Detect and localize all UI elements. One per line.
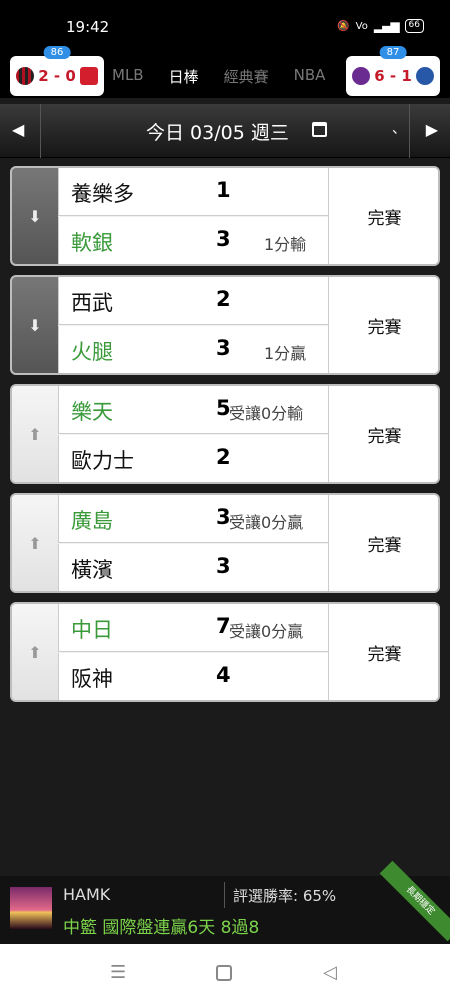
league-bar: 86 2 - 0 MLB 日棒 經典賽 NBA 87 6 - 1 <box>0 46 450 98</box>
ad-promo-text: 中籃 國際盤連贏6天 8過8 <box>63 918 260 938</box>
live-score-chip-right[interactable]: 87 6 - 1 <box>346 46 440 96</box>
status-icons: 🔕 Vo ▂▄▆ 66 <box>337 19 424 33</box>
team-row: 西武 2 <box>58 277 328 325</box>
team-score: 2 <box>216 445 231 469</box>
4g-signal-icon: ▂▄▆ <box>373 19 400 33</box>
live-score-chip-left[interactable]: 86 2 - 0 <box>10 46 104 96</box>
divider <box>40 104 41 158</box>
game-card[interactable]: ⬆ 樂天 5 受讓0分輸 歐力士 2 完賽 <box>10 384 440 484</box>
game-card[interactable]: ⬇ 養樂多 1 軟銀 3 1分輸 完賽 <box>10 166 440 266</box>
game-status: 完賽 <box>328 277 438 373</box>
game-status: 完賽 <box>328 168 438 264</box>
handicap-note: 1分贏 <box>264 344 307 363</box>
chip-badge: 86 <box>43 46 71 59</box>
team-score: 3 <box>216 227 231 251</box>
team-name: 歐力士 <box>71 449 134 473</box>
team-row: 軟銀 3 1分輸 <box>58 217 328 264</box>
team-score: 2 <box>216 287 231 311</box>
divider <box>224 882 225 908</box>
calendar-icon[interactable] <box>312 122 327 137</box>
divider <box>409 104 410 158</box>
team-row: 橫濱 3 <box>58 544 328 591</box>
team-name: 阪神 <box>71 667 113 691</box>
system-nav-bar: ☰ ◁ <box>0 944 450 1000</box>
team-name: 軟銀 <box>71 231 113 255</box>
handicap-note: 受讓0分贏 <box>229 622 304 641</box>
date-label[interactable]: 今日 03/05 週三 <box>146 118 289 145</box>
team-row: 廣島 3 受讓0分贏 <box>58 495 328 543</box>
home-icon[interactable] <box>216 965 232 981</box>
game-card[interactable]: ⬇ 西武 2 火腿 3 1分贏 完賽 <box>10 275 440 375</box>
arrow-up-icon: ⬆ <box>12 604 58 700</box>
battery-icon: 66 <box>404 19 424 33</box>
team-name: 養樂多 <box>71 182 134 206</box>
team-row: 火腿 3 1分贏 <box>58 326 328 373</box>
arrow-down-icon: ⬇ <box>12 277 58 373</box>
arrow-down-icon: ⬇ <box>12 168 58 264</box>
team-row: 阪神 4 <box>58 653 328 700</box>
status-time: 19:42 <box>66 18 110 36</box>
volte-icon: Vo <box>355 20 368 32</box>
team-row: 中日 7 受讓0分贏 <box>58 604 328 652</box>
team-logo-icon <box>352 67 371 85</box>
team-name: 火腿 <box>71 340 113 364</box>
tab-npb[interactable]: 日棒 <box>169 66 199 87</box>
tab-mlb[interactable]: MLB <box>112 66 144 87</box>
date-bar: ◀ 今日 03/05 週三 、 ▶ <box>0 104 450 158</box>
mute-icon: 🔕 <box>337 20 350 32</box>
game-status: 完賽 <box>328 386 438 482</box>
ad-thumbnail <box>10 887 52 929</box>
prev-day-icon[interactable]: ◀ <box>12 120 24 139</box>
ad-win-rate: 評選勝率: 65% <box>233 887 337 905</box>
team-name: 西武 <box>71 291 113 315</box>
ad-banner[interactable]: HAMK 評選勝率: 65% 中籃 國際盤連贏6天 8過8 長期穩定 <box>0 860 450 944</box>
ad-ribbon: 長期穩定 <box>379 860 450 942</box>
game-card[interactable]: ⬆ 廣島 3 受讓0分贏 橫濱 3 完賽 <box>10 493 440 593</box>
ad-name: HAMK <box>63 885 111 904</box>
tab-wbc[interactable]: 經典賽 <box>224 66 269 87</box>
team-score: 3 <box>216 336 231 360</box>
team-row: 歐力士 2 <box>58 435 328 482</box>
team-score: 1 <box>216 178 231 202</box>
arrow-up-icon: ⬆ <box>12 495 58 591</box>
team-name: 樂天 <box>71 400 113 424</box>
back-icon[interactable]: ◁ <box>323 962 337 983</box>
handicap-note: 1分輸 <box>264 235 307 254</box>
date-tick: 、 <box>392 121 406 137</box>
handicap-note: 受讓0分輸 <box>229 404 304 423</box>
team-row: 樂天 5 受讓0分輸 <box>58 386 328 434</box>
game-card[interactable]: ⬆ 中日 7 受讓0分贏 阪神 4 完賽 <box>10 602 440 702</box>
team-name: 中日 <box>71 618 113 642</box>
next-day-icon[interactable]: ▶ <box>426 120 438 139</box>
tab-nba[interactable]: NBA <box>294 66 326 87</box>
team-logo-icon <box>79 67 98 85</box>
team-logo-icon <box>16 67 35 85</box>
game-status: 完賽 <box>328 604 438 700</box>
arrow-up-icon: ⬆ <box>12 386 58 482</box>
team-name: 橫濱 <box>71 558 113 582</box>
game-status: 完賽 <box>328 495 438 591</box>
menu-icon[interactable]: ☰ <box>110 962 126 983</box>
team-score: 3 <box>216 554 231 578</box>
team-logo-icon <box>415 67 434 85</box>
handicap-note: 受讓0分贏 <box>229 513 304 532</box>
team-score: 4 <box>216 663 231 687</box>
team-name: 廣島 <box>71 509 113 533</box>
chip-badge: 87 <box>379 46 407 59</box>
chip-score: 6 - 1 <box>374 67 412 85</box>
chip-score: 2 - 0 <box>38 67 76 85</box>
team-row: 養樂多 1 <box>58 168 328 216</box>
league-tabs: MLB 日棒 經典賽 NBA <box>112 66 325 87</box>
